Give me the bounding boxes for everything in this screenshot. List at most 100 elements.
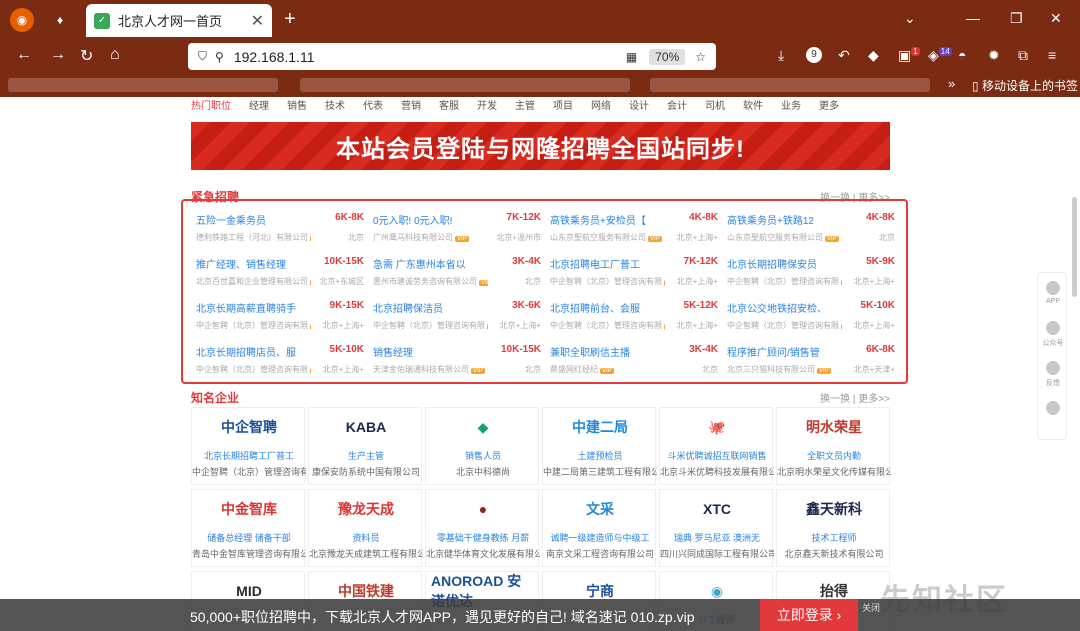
urgent-job-item[interactable]: 高铁乘务员+安检员【 4K-8K 山东京聖航空服务有限公司 VIP 北京+上海+ <box>550 210 718 250</box>
firm-logo[interactable]: 中企智聘 <box>197 413 301 441</box>
job-category-link[interactable]: 客服 <box>439 97 459 112</box>
tab-list-icon[interactable]: ⌄ <box>904 10 916 27</box>
job-company[interactable]: 北京百世嘉和企业管理有限公司VIP <box>196 276 311 287</box>
firm-company-name[interactable]: 北京斗米优聘科技发展有限公司 <box>660 465 774 478</box>
firm-logo[interactable]: 豫龙天成 <box>314 495 418 523</box>
firm-card[interactable]: KABA 生产主管 康保安防系统中国有限公司 <box>308 407 422 485</box>
url-text[interactable]: 192.168.1.11 <box>234 49 626 65</box>
job-category-link[interactable]: 营销 <box>401 97 421 112</box>
firm-job-title[interactable]: 瑞典 罗马尼亚 澳洲无 <box>660 531 774 544</box>
firm-company-name[interactable]: 中企智聘（北京）管理咨询有限 <box>192 465 306 478</box>
firm-job-title[interactable]: 土建预检员 <box>543 449 657 462</box>
urgent-job-item[interactable]: 推广经理、销售经理 10K-15K 北京百世嘉和企业管理有限公司VIP 北京+东城区 <box>196 254 364 294</box>
firm-card[interactable]: 鑫天新科 技术工程师 北京鑫天新技术有限公司 <box>776 489 890 567</box>
job-category-link[interactable]: 经理 <box>249 97 269 112</box>
job-category-link[interactable]: 更多 <box>819 97 839 112</box>
firm-card[interactable]: 中金智库 储备总经理 储备干部 青岛中金智库管理咨询有限公司 <box>191 489 306 567</box>
side-tool-item[interactable]: 反馈 <box>1038 361 1068 388</box>
urgent-job-item[interactable]: 程序推广顾问/销售管 6K-8K 北京三只猫科技有限公司 VIP 北京+天津+ <box>727 342 895 382</box>
job-category-link[interactable]: 代表 <box>363 97 383 112</box>
firms-more-link[interactable]: 换一换 | 更多>> <box>820 390 890 405</box>
firm-card[interactable]: 🐙 斗米优聘诚招互联网销售 北京斗米优聘科技发展有限公司 <box>659 407 774 485</box>
job-title[interactable]: 推广经理、销售经理 <box>196 256 316 271</box>
firm-card[interactable]: XTC 瑞典 罗马尼亚 澳洲无 四川兴同成国际工程有限公司 <box>659 489 774 567</box>
permissions-icon[interactable]: ⚲ <box>215 50 224 64</box>
firm-company-name[interactable]: 北京明水荣星文化传媒有限公司 <box>777 465 891 478</box>
job-category-link[interactable]: 主管 <box>515 97 535 112</box>
job-category-link[interactable]: 网络 <box>591 97 611 112</box>
extensions-puzzle-icon[interactable]: ⧉ <box>1018 47 1028 64</box>
firm-card[interactable]: 中企智聘 北京长期招聘工厂普工 中企智聘（北京）管理咨询有限 <box>191 407 306 485</box>
job-title[interactable]: 北京招聘电工厂普工 <box>550 256 670 271</box>
firm-card[interactable]: ◆ 销售人员 北京中科德尚 <box>425 407 539 485</box>
job-company[interactable]: 天津金佑瑞通科技有限公司 VIP <box>373 364 488 375</box>
firm-logo[interactable]: 🐙 <box>665 413 769 441</box>
job-title[interactable]: 急需 广东惠州本省以 <box>373 256 493 271</box>
firm-card[interactable]: 明水荣星 全职文员内勤 北京明水荣星文化传媒有限公司 <box>776 407 891 485</box>
more-bookmarks-icon[interactable]: » <box>948 76 955 91</box>
firm-logo[interactable]: 文采 <box>548 495 652 523</box>
urgent-job-item[interactable]: 急需 广东惠州本省以 3K-4K 惠州市建诚劳务咨询有限公司VIP 北京 <box>373 254 541 294</box>
urgent-job-item[interactable]: 北京招聘保洁员 3K-6K 中企智聘（北京）管理咨询有限VIP 北京+上海+ <box>373 298 541 338</box>
firm-job-title[interactable]: 生产主管 <box>309 449 423 462</box>
job-company[interactable]: 鼎盛网红经纪 VIP <box>550 364 665 375</box>
back-icon[interactable]: ← <box>16 46 32 64</box>
login-button[interactable]: 立即登录 › <box>760 599 858 631</box>
job-title[interactable]: 北京招聘前台、会服 <box>550 300 670 315</box>
footer-close-button[interactable]: 关闭 <box>862 601 880 614</box>
firm-company-name[interactable]: 北京中科德尚 <box>426 465 540 478</box>
job-company[interactable]: 中企智聘（北京）管理咨询有限VIP <box>727 320 842 331</box>
maximize-icon[interactable]: ❐ <box>1010 10 1023 27</box>
forward-icon[interactable]: → <box>50 46 66 64</box>
firm-company-name[interactable]: 北京健华体育文化发展有限公司 <box>426 547 540 560</box>
promo-banner[interactable]: 本站会员登陆与网隆招聘全国站同步! <box>191 122 890 170</box>
job-company[interactable]: 中企智聘（北京）管理咨询有限VIP <box>550 320 665 331</box>
reload-icon[interactable]: ↻ <box>80 46 93 66</box>
job-company[interactable]: 中企智聘（北京）管理咨询有限VIP <box>550 276 665 287</box>
job-category-link[interactable]: 开发 <box>477 97 497 112</box>
pinned-tab-icon[interactable]: ♦ <box>48 8 72 32</box>
job-company[interactable]: 广州鹰马科技有限公司 VIP <box>373 232 488 243</box>
job-category-link[interactable]: 软件 <box>743 97 763 112</box>
firm-company-name[interactable]: 青岛中金智库管理咨询有限公司 <box>192 547 306 560</box>
urgent-job-item[interactable]: 北京公交地铁招安检、 5K-10K 中企智聘（北京）管理咨询有限VIP 北京+上海+ <box>727 298 895 338</box>
urgent-job-item[interactable]: 0元入职! 0元入职! 7K-12K 广州鹰马科技有限公司 VIP 北京+温州市 <box>373 210 541 250</box>
job-category-link[interactable]: 技术 <box>325 97 345 112</box>
firm-job-title[interactable]: 全职文员内勤 <box>777 449 891 462</box>
side-tool-item[interactable]: 公众号 <box>1038 321 1068 348</box>
job-category-link[interactable]: 司机 <box>705 97 725 112</box>
job-company[interactable]: 山东京聖航空服务有限公司 VIP <box>550 232 665 243</box>
firm-job-title[interactable]: 技术工程师 <box>777 531 891 544</box>
urgent-job-item[interactable]: 北京招聘前台、会服 5K-12K 中企智聘（北京）管理咨询有限VIP 北京+上海+ <box>550 298 718 338</box>
job-title[interactable]: 五险一金乘务员 <box>196 212 316 227</box>
extension-icon-2[interactable]: ◈ 14 <box>928 47 952 64</box>
job-company[interactable]: 中企智聘（北京）管理咨询有限VIP <box>373 320 488 331</box>
job-company[interactable]: 中企智聘（北京）管理咨询有限VIP <box>196 320 311 331</box>
side-tool-back-to-top[interactable] <box>1038 401 1068 418</box>
job-title[interactable]: 销售经理 <box>373 344 493 359</box>
firm-company-name[interactable]: 北京鑫天新技术有限公司 <box>777 547 891 560</box>
firm-company-name[interactable]: 四川兴同成国际工程有限公司 <box>660 547 774 560</box>
job-company[interactable]: 德利铁路工程（河北）有限公司VIP <box>196 232 311 243</box>
job-title[interactable]: 高铁乘务员+安检员【 <box>550 212 670 227</box>
firm-job-title[interactable]: 资料员 <box>309 531 423 544</box>
urgent-job-item[interactable]: 销售经理 10K-15K 天津金佑瑞通科技有限公司 VIP 北京 <box>373 342 541 382</box>
bookmark-star-icon[interactable]: ☆ <box>695 50 706 64</box>
urgent-job-item[interactable]: 兼职全职刷信主播 3K-4K 鼎盛网红经纪 VIP 北京 <box>550 342 718 382</box>
job-title[interactable]: 北京长期招聘店员、服 <box>196 344 316 359</box>
qr-code-icon[interactable]: ▦ <box>626 50 637 64</box>
download-icon[interactable]: ⤓ <box>778 47 784 64</box>
firm-job-title[interactable]: 斗米优聘诚招互联网销售 <box>660 449 774 462</box>
extension-icon-1[interactable]: ▣ 1 <box>898 47 920 64</box>
tab-active[interactable]: ✓ 北京人才网一首页 ✕ <box>86 4 272 37</box>
urgent-job-item[interactable]: 五险一金乘务员 6K-8K 德利铁路工程（河北）有限公司VIP 北京 <box>196 210 364 250</box>
firm-card[interactable]: 中建二局 土建预检员 中建二局第三建筑工程有限公司 <box>542 407 657 485</box>
firm-logo[interactable]: KABA <box>314 413 418 441</box>
home-icon[interactable]: ⌂ <box>110 46 120 64</box>
firm-job-title[interactable]: 诚聘一级建造师与中级工 <box>543 531 657 544</box>
job-title[interactable]: 高铁乘务员+铁路12 <box>727 212 847 227</box>
firm-logo[interactable]: 中金智库 <box>197 495 301 523</box>
mobile-bookmarks[interactable]: ▯ 移动设备上的书签 <box>972 77 1078 94</box>
job-company[interactable]: 中企智聘（北京）管理咨询有限VIP <box>196 364 311 375</box>
firm-logo[interactable]: ◆ <box>431 413 535 441</box>
